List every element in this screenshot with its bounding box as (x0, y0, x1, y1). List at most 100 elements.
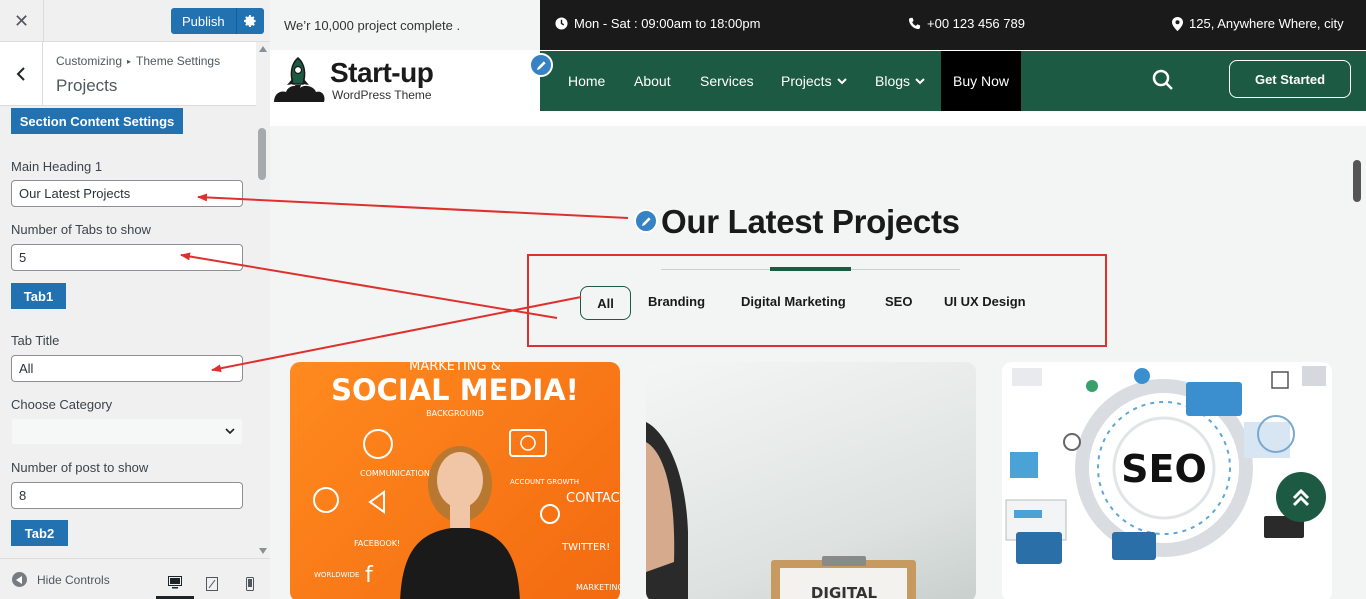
site-preview: We’r 10,000 project complete . Mon - Sat… (270, 0, 1366, 599)
posts-count-label: Number of post to show (11, 460, 149, 475)
publish-settings-button[interactable] (235, 8, 264, 34)
main-navigation: Home About Services Projects Blogs Buy N… (540, 51, 1366, 111)
posts-count-value: 8 (19, 488, 27, 503)
chat-bubble-icon (363, 429, 393, 459)
nav-about-label: About (634, 73, 671, 89)
section-content-settings-button[interactable]: Section Content Settings (11, 108, 183, 134)
card1-title: SOCIAL MEDIA! (331, 373, 579, 407)
card1-tag-account-growth: ACCOUNT GROWTH (510, 478, 579, 486)
close-icon: ✕ (13, 10, 30, 31)
scroll-thumb[interactable] (258, 128, 266, 180)
tab-title-input[interactable]: All (11, 355, 243, 382)
contact-bar: Mon - Sat : 09:00am to 18:00pm +00 123 4… (540, 0, 1366, 50)
hours-info: Mon - Sat : 09:00am to 18:00pm (555, 16, 760, 31)
double-chevron-up-icon (1292, 488, 1310, 507)
nav-projects-label: Projects (781, 73, 832, 89)
card1-tag-facebook: FACEBOOK! (354, 539, 400, 548)
logo-text: Start-up WordPress Theme (330, 58, 434, 103)
collapse-icon (12, 572, 27, 587)
scroll-to-top-button[interactable] (1276, 472, 1326, 522)
customizer-header-bar: ✕ Publish (0, 0, 270, 42)
card1-tag-marketing: MARKETING (576, 583, 620, 592)
tagline: We’r 10,000 project complete . (270, 0, 540, 50)
top-info-bar: We’r 10,000 project complete . Mon - Sat… (270, 0, 1366, 50)
nav-buy-now[interactable]: Buy Now (941, 51, 1022, 111)
edit-shortcut-menu[interactable] (529, 53, 553, 77)
publish-button[interactable]: Publish (171, 8, 236, 34)
projects-heading: Our Latest Projects (661, 203, 960, 240)
tabs-count-input[interactable]: 5 (11, 244, 243, 271)
phone-text: +00 123 456 789 (927, 16, 1025, 31)
close-customizer-button[interactable]: ✕ (0, 0, 44, 42)
chevron-left-icon (16, 66, 25, 81)
nav-blogs[interactable]: Blogs (875, 51, 926, 111)
annotation-highlight-box (527, 254, 1107, 347)
main-heading-label: Main Heading 1 (11, 159, 103, 174)
edit-shortcut-heading[interactable] (634, 209, 658, 233)
customizer-footer: Hide Controls (0, 558, 270, 599)
rocket-logo-icon (274, 57, 325, 102)
woman-top (400, 527, 520, 599)
main-heading-value: Our Latest Projects (19, 186, 131, 201)
back-button[interactable] (0, 42, 43, 105)
card1-tag-contact: CONTACT (566, 491, 620, 506)
digital-illustration: DIGITAL (646, 422, 916, 599)
monitor-icon (509, 429, 547, 457)
site-header: Start-up WordPress Theme Home About Serv… (270, 50, 1366, 112)
address-text: 125, Anywhere Where, city (1189, 16, 1344, 31)
category-select[interactable] (11, 418, 243, 445)
desktop-preview-button[interactable] (156, 569, 194, 599)
card1-tag-twitter: TWITTER! (561, 542, 610, 553)
card3-title: SEO (1121, 447, 1207, 491)
share-icon (368, 490, 385, 514)
tab-title-label: Tab Title (11, 333, 60, 348)
hours-text: Mon - Sat : 09:00am to 18:00pm (574, 16, 761, 31)
phone-info: +00 123 456 789 (908, 16, 1025, 31)
breadcrumb: Customizing ▸ Theme Settings (56, 54, 220, 68)
nav-projects[interactable]: Projects (781, 51, 848, 111)
tabs-count-label: Number of Tabs to show (11, 222, 151, 237)
site-logo[interactable]: Start-up WordPress Theme (270, 54, 434, 106)
choose-category-label: Choose Category (11, 397, 113, 412)
mobile-preview-button[interactable] (231, 569, 269, 599)
nav-home-label: Home (568, 73, 606, 89)
person-icon (540, 504, 560, 524)
scroll-up-arrow-icon[interactable] (259, 46, 267, 52)
project-card-digital[interactable]: DIGITAL (646, 362, 976, 599)
social-media-illustration: MARKETING & SOCIAL MEDIA! BACKGROUND COM… (313, 362, 620, 599)
speech-icon (313, 487, 339, 513)
nav-home[interactable]: Home (568, 51, 605, 111)
section-title: Projects (56, 76, 118, 95)
controls-panel: Section Content Settings Main Heading 1 … (0, 107, 256, 558)
section-header: Customizing ▸ Theme Settings Projects (0, 42, 256, 106)
nav-services-label: Services (700, 73, 754, 89)
sidebar-scrollbar[interactable] (256, 42, 270, 558)
svg-text:f: f (365, 563, 374, 588)
nav-services[interactable]: Services (700, 51, 754, 111)
tablet-preview-button[interactable] (193, 569, 231, 599)
main-heading-input[interactable]: Our Latest Projects (11, 180, 243, 207)
preview-scrollbar-thumb[interactable] (1353, 160, 1361, 202)
mobile-icon (246, 577, 254, 591)
breadcrumb-item: Theme Settings (136, 54, 221, 68)
location-pin-icon (1172, 16, 1183, 31)
tab2-button[interactable]: Tab2 (11, 520, 68, 546)
logo-subtitle: WordPress Theme (332, 88, 432, 102)
phone-icon (908, 17, 921, 30)
posts-count-input[interactable]: 8 (11, 482, 243, 509)
tab1-button[interactable]: Tab1 (11, 283, 66, 309)
clock-icon (555, 17, 568, 30)
chevron-down-icon (915, 78, 925, 85)
card1-subtitle: BACKGROUND (426, 409, 484, 418)
hide-controls-button[interactable]: Hide Controls (12, 572, 110, 587)
nav-about[interactable]: About (634, 51, 671, 111)
search-icon[interactable] (1152, 69, 1174, 91)
nav-blogs-label: Blogs (875, 73, 911, 89)
scroll-down-arrow-icon[interactable] (259, 548, 267, 554)
chevron-down-icon (836, 78, 847, 85)
get-started-button[interactable]: Get Started (1229, 60, 1351, 98)
hide-controls-label: Hide Controls (37, 572, 110, 587)
address-info: 125, Anywhere Where, city (1172, 16, 1344, 31)
chevron-down-icon (225, 428, 235, 435)
project-card-social-media[interactable]: MARKETING & SOCIAL MEDIA! BACKGROUND COM… (290, 362, 620, 599)
